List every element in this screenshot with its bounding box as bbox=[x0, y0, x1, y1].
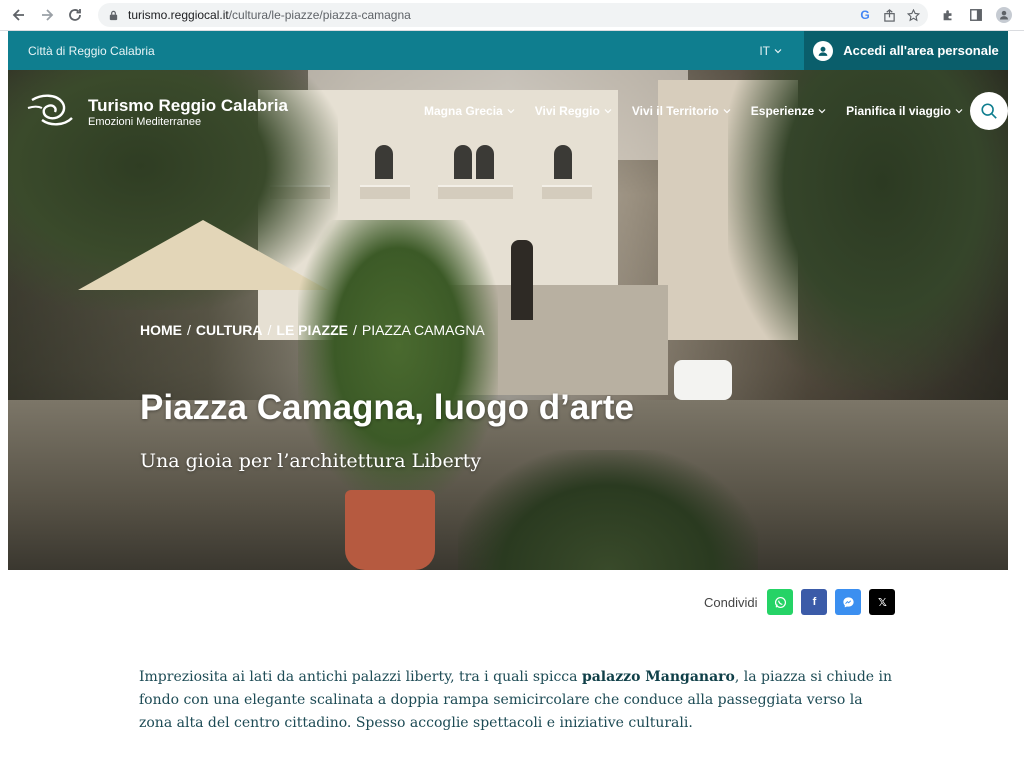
hero-tree bbox=[728, 70, 1008, 390]
search-button[interactable] bbox=[970, 92, 1008, 130]
share-label: Condividi bbox=[704, 594, 758, 610]
url-path: /cultura/le-piazze/piazza-camagna bbox=[228, 8, 411, 22]
chevron-down-icon bbox=[604, 109, 612, 114]
brand-logo-link[interactable]: Turismo Reggio Calabria Emozioni Mediter… bbox=[26, 90, 288, 134]
brand-name: Turismo Reggio Calabria bbox=[88, 96, 288, 115]
article-paragraph: Impreziosita ai lati da antichi palazzi … bbox=[139, 666, 899, 735]
brand-tagline: Emozioni Mediterranee bbox=[88, 116, 202, 128]
chevron-down-icon bbox=[507, 109, 515, 114]
login-button[interactable]: Accedi all'area personale bbox=[804, 31, 1008, 70]
breadcrumb-separator: / bbox=[187, 322, 191, 338]
share-bar: Condividi f 𝕏 bbox=[704, 589, 896, 615]
x-icon: 𝕏 bbox=[878, 596, 887, 609]
hero-statue bbox=[511, 240, 533, 320]
hero-window bbox=[476, 145, 494, 179]
breadcrumb-separator: / bbox=[267, 322, 272, 338]
breadcrumb-cultura[interactable]: CULTURA bbox=[196, 322, 263, 338]
x-share-button[interactable]: 𝕏 bbox=[869, 589, 896, 615]
forward-icon[interactable] bbox=[34, 2, 60, 28]
brand-text: Turismo Reggio Calabria Emozioni Mediter… bbox=[88, 96, 288, 128]
nav-item-label: Vivi Reggio bbox=[534, 104, 600, 118]
language-code: IT bbox=[759, 43, 770, 58]
facebook-icon: f bbox=[812, 596, 817, 608]
facebook-share-button[interactable]: f bbox=[801, 589, 828, 615]
profile-icon[interactable] bbox=[996, 7, 1012, 23]
site-topbar: Città di Reggio Calabria IT Accedi all'a… bbox=[8, 31, 1008, 70]
google-icon[interactable]: G bbox=[858, 8, 872, 22]
breadcrumb-home[interactable]: HOME bbox=[140, 322, 182, 338]
address-bar[interactable]: turismo.reggiocal.it/cultura/le-piazze/p… bbox=[98, 3, 928, 27]
breadcrumb-separator: / bbox=[352, 322, 357, 338]
search-icon bbox=[981, 103, 997, 119]
chevron-down-icon bbox=[774, 48, 782, 53]
main-navigation: Magna Grecia Vivi Reggio Vivi il Territo… bbox=[424, 104, 963, 118]
extensions-icon[interactable] bbox=[940, 7, 956, 23]
user-icon bbox=[813, 40, 834, 61]
nav-item-esperienze[interactable]: Esperienze bbox=[751, 104, 826, 118]
back-icon[interactable] bbox=[6, 2, 32, 28]
chevron-down-icon bbox=[818, 109, 826, 114]
hero-balcony bbox=[438, 185, 513, 199]
whatsapp-icon bbox=[774, 596, 787, 608]
nav-item-label: Esperienze bbox=[750, 104, 815, 118]
lock-icon[interactable] bbox=[108, 9, 120, 21]
paragraph-text-1: Impreziosita ai lati da antichi palazzi … bbox=[139, 669, 582, 685]
extension-area bbox=[940, 7, 1012, 23]
nav-item-vivi-reggio[interactable]: Vivi Reggio bbox=[535, 104, 612, 118]
hero-window bbox=[375, 145, 393, 179]
chevron-down-icon bbox=[955, 109, 963, 114]
star-icon[interactable] bbox=[906, 8, 920, 22]
login-label: Accedi all'area personale bbox=[843, 43, 999, 58]
share-icon[interactable] bbox=[882, 8, 896, 22]
hero-pot bbox=[345, 490, 435, 570]
breadcrumb: HOME / CULTURA / LE PIAZZE / PIAZZA CAMA… bbox=[140, 322, 485, 338]
nav-item-vivi-il-territorio[interactable]: Vivi il Territorio bbox=[632, 104, 731, 118]
nav-item-label: Pianifica il viaggio bbox=[846, 104, 951, 118]
hero-balcony bbox=[360, 185, 410, 199]
breadcrumb-current: PIAZZA CAMAGNA bbox=[361, 322, 485, 338]
sidepanel-icon[interactable] bbox=[968, 7, 984, 23]
url-host: turismo.reggiocal.it bbox=[128, 8, 229, 22]
nav-item-magna-grecia[interactable]: Magna Grecia bbox=[424, 104, 515, 118]
nav-item-label: Vivi il Territorio bbox=[631, 104, 719, 118]
chevron-down-icon bbox=[723, 109, 731, 114]
messenger-icon bbox=[843, 596, 854, 607]
hero-image: Turismo Reggio Calabria Emozioni Mediter… bbox=[8, 70, 1008, 570]
omnibox-actions: G bbox=[858, 8, 928, 22]
city-link[interactable]: Città di Reggio Calabria bbox=[28, 44, 155, 58]
breadcrumb-le-piazze[interactable]: LE PIAZZE bbox=[276, 322, 348, 338]
page-title: Piazza Camagna, luogo d’arte bbox=[140, 388, 634, 427]
page-subtitle: Una gioia per l’architettura Liberty bbox=[140, 450, 482, 472]
hero-window bbox=[454, 145, 472, 179]
whatsapp-share-button[interactable] bbox=[767, 589, 794, 615]
hero-car bbox=[674, 360, 732, 400]
nav-item-pianifica-il-viaggio[interactable]: Pianifica il viaggio bbox=[846, 104, 963, 118]
reload-icon[interactable] bbox=[62, 2, 88, 28]
browser-toolbar: turismo.reggiocal.it/cultura/le-piazze/p… bbox=[0, 0, 1024, 31]
swirl-logo-icon bbox=[27, 94, 73, 126]
messenger-share-button[interactable] bbox=[835, 589, 862, 615]
nav-item-label: Magna Grecia bbox=[424, 104, 503, 118]
hero-balcony bbox=[542, 185, 592, 199]
palazzo-manganaro-link[interactable]: palazzo Manganaro bbox=[582, 669, 735, 685]
browser-nav bbox=[6, 2, 88, 28]
hero-window bbox=[554, 145, 572, 179]
language-selector[interactable]: IT bbox=[759, 44, 782, 58]
hero-palm bbox=[458, 450, 758, 570]
url-text: turismo.reggiocal.it/cultura/le-piazze/p… bbox=[128, 8, 411, 22]
